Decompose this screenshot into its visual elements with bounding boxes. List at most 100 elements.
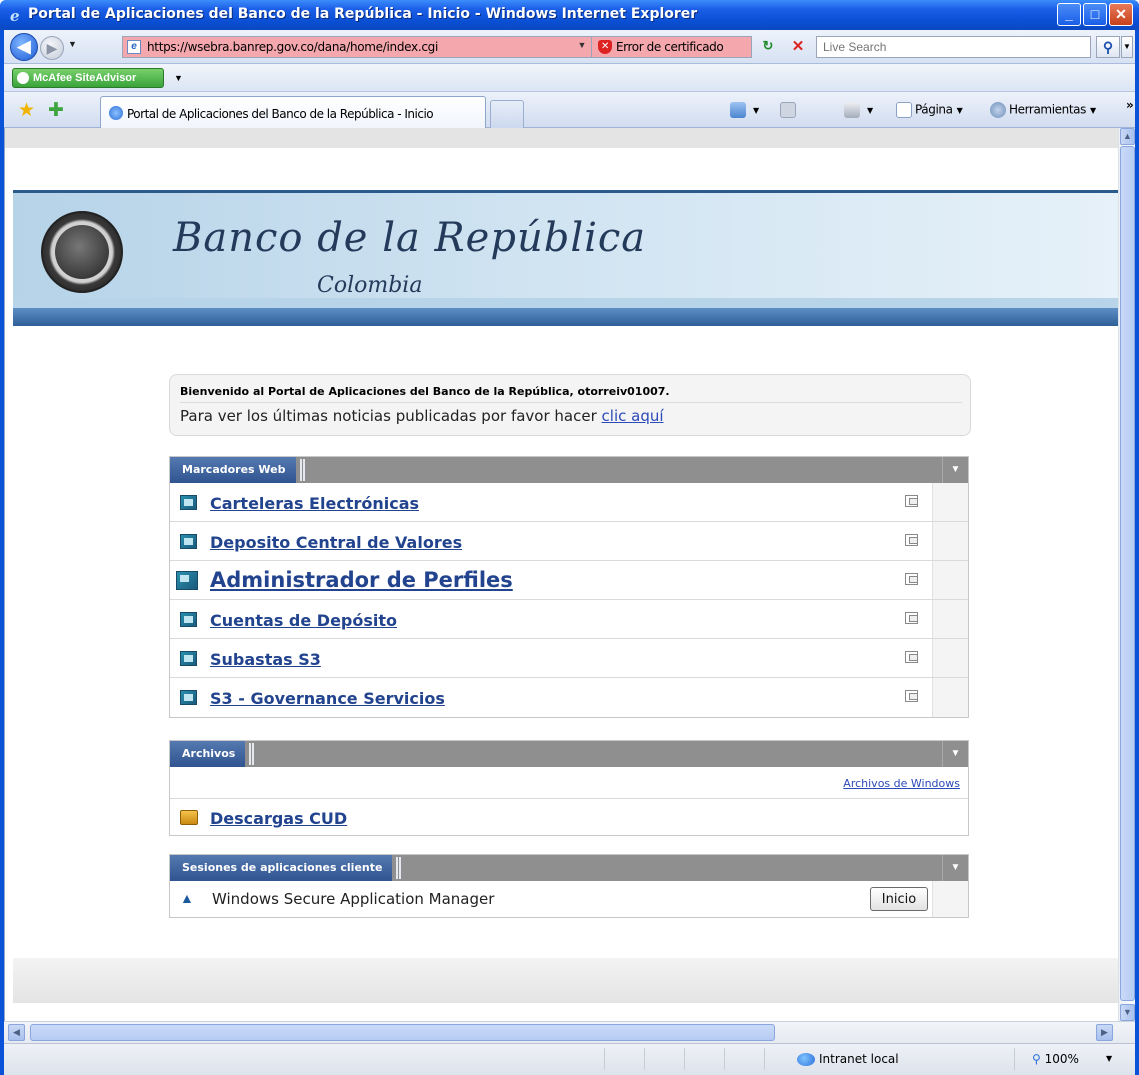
file-row: Descargas CUD (170, 799, 968, 835)
tools-menu-button[interactable]: Herramientas ▼ (990, 102, 1096, 118)
panel-title: Archivos (170, 741, 256, 767)
forward-button[interactable]: ▶ (40, 36, 64, 60)
page-footer (13, 958, 1118, 1003)
bookmark-governance-link[interactable]: S3 - Governance Servicios (210, 689, 445, 708)
tab-portal-inicio[interactable]: Portal de Aplicaciones del Banco de la R… (100, 96, 486, 128)
open-new-window-icon[interactable] (905, 495, 918, 507)
row-side (932, 881, 968, 917)
bookmark-carteleras-link[interactable]: Carteleras Electrónicas (210, 494, 419, 513)
tools-menu-label: Herramientas (1009, 102, 1086, 117)
banner-bar (13, 308, 1118, 326)
scroll-left-icon[interactable]: ◀ (8, 1024, 25, 1041)
row-side (932, 639, 968, 677)
status-divider (764, 1048, 765, 1070)
collapse-icon[interactable]: ▼ (942, 741, 968, 767)
search-icon[interactable]: ⚲ (1096, 36, 1120, 58)
add-favorites-icon[interactable]: ✚ (48, 101, 64, 120)
bookmark-row: Cuentas de Depósito (170, 600, 968, 639)
web-page: Banco de la República Colombia Bienvenid… (5, 128, 1118, 1003)
search-input[interactable] (823, 38, 1073, 56)
scroll-down-icon[interactable]: ▼ (1120, 1004, 1135, 1021)
mcafee-toolbar: McAfee SiteAdvisor ▼ (4, 64, 1135, 92)
horizontal-scrollbar[interactable]: ◀ ▶ (4, 1021, 1135, 1043)
maximize-button[interactable]: □ (1083, 3, 1107, 26)
zoom-level: 100% (1044, 1052, 1079, 1066)
bookmark-cuentas-link[interactable]: Cuentas de Depósito (210, 611, 397, 630)
row-side (932, 522, 968, 560)
bookmark-row: S3 - Governance Servicios (170, 678, 968, 717)
new-tab-button[interactable] (490, 100, 524, 128)
vertical-scroll-thumb[interactable] (1120, 146, 1135, 1001)
start-session-button[interactable]: Inicio (870, 887, 928, 911)
recent-pages-dropdown[interactable]: ▼ (68, 39, 77, 49)
app-window-icon (180, 690, 197, 705)
welcome-divider (180, 402, 962, 403)
chevron-down-icon[interactable]: ▼ (575, 40, 589, 54)
search-options-dropdown[interactable]: ▼ (1121, 36, 1133, 58)
refresh-button[interactable]: ↻ (758, 38, 778, 56)
browser-window: e Portal de Aplicaciones del Banco de la… (0, 0, 1139, 1075)
app-window-icon (180, 495, 197, 510)
url-text: https://wsebra.banrep.gov.co/dana/home/i… (147, 40, 438, 54)
bookmark-subastas-link[interactable]: Subastas S3 (210, 650, 321, 669)
open-new-window-icon[interactable] (905, 534, 918, 546)
zoom-dropdown[interactable]: ▼ (1106, 1054, 1112, 1063)
minimize-button[interactable]: _ (1057, 3, 1081, 26)
certificate-error-label: Error de certificado (616, 40, 724, 54)
back-button[interactable]: ◀ (10, 33, 38, 61)
vertical-scrollbar[interactable]: ▲ ▼ (1118, 128, 1135, 1021)
session-label: Windows Secure Application Manager (212, 890, 495, 908)
shield-icon: ✕ (598, 40, 612, 54)
status-divider (1014, 1048, 1015, 1070)
open-new-window-icon[interactable] (905, 573, 918, 585)
scroll-up-icon[interactable]: ▲ (1120, 128, 1135, 145)
app-window-icon (180, 612, 197, 627)
horizontal-scroll-thumb[interactable] (30, 1024, 775, 1041)
page-icon: e (127, 40, 141, 54)
row-side (932, 483, 968, 521)
home-icon (730, 102, 746, 118)
banner-title: Banco de la República (173, 215, 647, 261)
collapse-icon[interactable]: ▼ (942, 855, 968, 881)
favorites-star-icon[interactable]: ★ (18, 101, 35, 120)
more-commands-button[interactable]: » (1126, 98, 1134, 112)
home-button[interactable]: ▼ (730, 102, 759, 118)
mcafee-siteadvisor-button[interactable]: McAfee SiteAdvisor (12, 68, 164, 88)
news-link[interactable]: clic aquí (602, 407, 664, 425)
feeds-button[interactable] (780, 102, 799, 118)
page-menu-button[interactable]: Página ▼ (896, 102, 963, 118)
certificate-error-button[interactable]: ✕ Error de certificado (592, 36, 752, 58)
row-side (932, 600, 968, 638)
collapse-icon[interactable]: ▼ (942, 457, 968, 483)
close-button[interactable]: ✕ (1109, 3, 1133, 26)
bookmark-row: Subastas S3 (170, 639, 968, 678)
bookmark-deposito-link[interactable]: Deposito Central de Valores (210, 533, 462, 552)
open-new-window-icon[interactable] (905, 612, 918, 624)
page-viewport: Banco de la República Colombia Bienvenid… (4, 128, 1135, 1021)
bookmark-administrador-link[interactable]: Administrador de Perfiles (210, 568, 513, 592)
banner-stripe (13, 298, 1118, 308)
page-top-strip (5, 128, 1118, 148)
mcafee-dropdown[interactable]: ▼ (174, 73, 183, 83)
open-new-window-icon[interactable] (905, 690, 918, 702)
files-panel: Archivos ▼ Archivos de Windows Descargas… (169, 740, 969, 836)
feed-icon (780, 102, 796, 118)
session-row: ▲ Windows Secure Application Manager Ini… (170, 881, 968, 917)
printer-icon (844, 102, 860, 118)
globe-icon (797, 1053, 815, 1066)
tab-bar: ★ ✚ Portal de Aplicaciones del Banco de … (4, 92, 1135, 128)
zoom-control[interactable]: ⚲ 100% (1032, 1052, 1079, 1066)
descargas-cud-link[interactable]: Descargas CUD (210, 809, 347, 828)
tab-label: Portal de Aplicaciones del Banco de la R… (127, 107, 434, 121)
print-button[interactable]: ▼ (844, 102, 873, 118)
address-field[interactable]: e https://wsebra.banrep.gov.co/dana/home… (122, 36, 592, 58)
welcome-message: Bienvenido al Portal de Aplicaciones del… (180, 385, 670, 398)
windows-files-link[interactable]: Archivos de Windows (843, 777, 960, 790)
status-divider (604, 1048, 605, 1070)
scroll-right-icon[interactable]: ▶ (1096, 1024, 1113, 1041)
bank-seal-logo (41, 211, 123, 293)
security-zone[interactable]: Intranet local (797, 1052, 899, 1066)
stop-button[interactable]: ✕ (788, 38, 808, 56)
open-new-window-icon[interactable] (905, 651, 918, 663)
web-bookmarks-panel: Marcadores Web ▼ Carteleras Electrónicas… (169, 456, 969, 718)
